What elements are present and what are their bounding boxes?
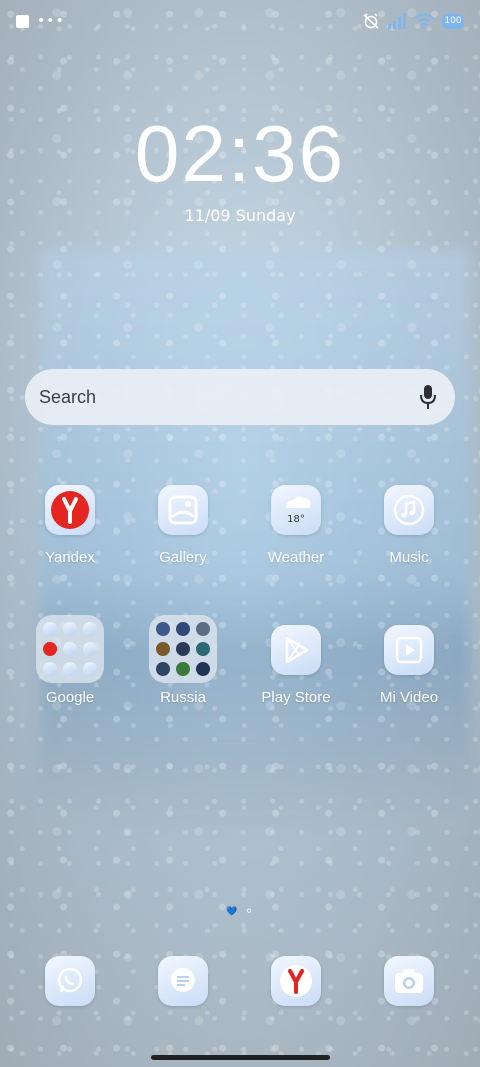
search-bar[interactable]: Search — [25, 369, 455, 425]
svg-text:18°: 18° — [287, 514, 305, 525]
battery-icon: 100 — [442, 13, 464, 29]
wifi-icon — [414, 13, 434, 29]
home-gesture-bar[interactable] — [151, 1055, 330, 1060]
app-label: Gallery — [159, 549, 207, 566]
page-dot: ⚪ — [245, 907, 253, 917]
app-music[interactable]: Music — [354, 485, 464, 566]
mi-video-icon — [384, 625, 434, 675]
yandex-icon — [45, 485, 95, 535]
dock-yandex-browser[interactable] — [241, 956, 351, 1006]
more-notifications-icon: ••• — [37, 13, 65, 29]
yandex-browser-icon — [271, 956, 321, 1006]
app-label: Play Store — [261, 689, 331, 706]
clock-date[interactable]: 11/09 Sunday — [0, 206, 480, 225]
notification-app-icon — [16, 14, 29, 28]
app-gallery[interactable]: Gallery — [128, 485, 238, 566]
signal-icon — [388, 13, 406, 29]
clock-time[interactable]: 02:36 — [0, 108, 480, 200]
app-label: Weather — [267, 549, 325, 566]
search-placeholder: Search — [39, 386, 97, 407]
microphone-icon[interactable] — [419, 384, 437, 410]
app-label: Mi Video — [379, 689, 439, 706]
folder-russia[interactable]: Russia — [128, 615, 238, 706]
folder-google[interactable]: Google — [15, 615, 125, 706]
app-label: Music — [389, 549, 429, 566]
play-store-icon — [271, 625, 321, 675]
app-play-store[interactable]: Play Store — [241, 625, 351, 706]
weather-icon: 18° — [271, 485, 321, 535]
camera-icon — [384, 956, 434, 1006]
alarm-off-icon — [363, 13, 379, 29]
whatsapp-icon — [45, 956, 95, 1006]
app-yandex[interactable]: Yandex — [15, 485, 125, 566]
messages-icon — [158, 956, 208, 1006]
music-icon — [384, 485, 434, 535]
app-mi-video[interactable]: Mi Video — [354, 625, 464, 706]
app-label: Google — [45, 689, 95, 706]
page-indicator[interactable]: 💙 ⚪ — [226, 907, 253, 917]
folder-icon — [36, 615, 104, 683]
app-label: Yandex — [45, 549, 95, 566]
dock-whatsapp[interactable] — [15, 956, 125, 1006]
page-dot-active: 💙 — [226, 907, 238, 917]
dock-messages[interactable] — [128, 956, 238, 1006]
gallery-icon — [158, 485, 208, 535]
status-bar: ••• 100 — [16, 10, 464, 32]
app-weather[interactable]: 18° Weather — [241, 485, 351, 566]
dock-camera[interactable] — [354, 956, 464, 1006]
app-label: Russia — [160, 689, 206, 706]
folder-icon — [149, 615, 217, 683]
